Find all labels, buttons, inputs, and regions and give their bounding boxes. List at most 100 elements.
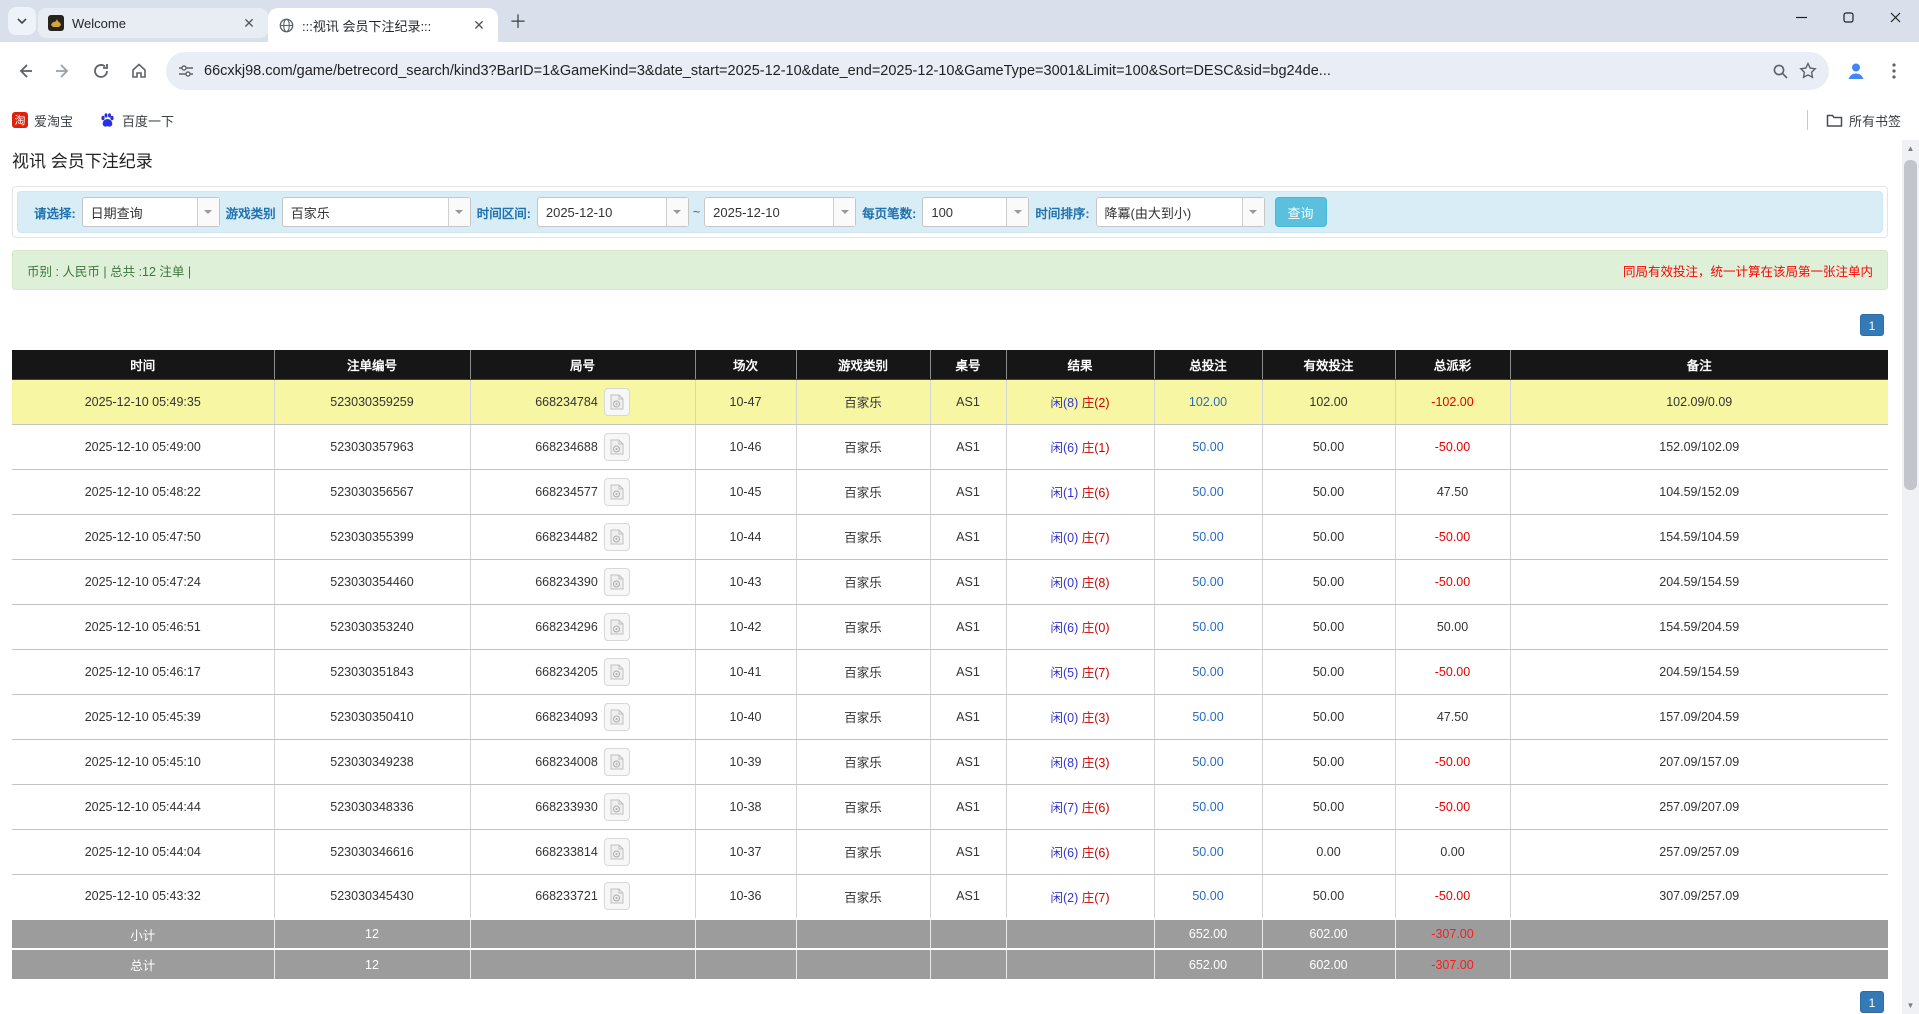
date-end-select[interactable]: 2025-12-10 — [704, 197, 856, 227]
result-player: 闲(0) — [1050, 576, 1078, 590]
tab-search-button[interactable] — [8, 7, 36, 35]
cell-time: 2025-12-10 05:49:00 — [12, 424, 274, 469]
video-replay-button[interactable] — [604, 838, 630, 866]
video-replay-button[interactable] — [604, 703, 630, 731]
bookmark-label: 爱淘宝 — [34, 111, 73, 130]
table-row: 2025-12-10 05:49:35523030359259668234784… — [12, 379, 1888, 424]
video-replay-icon — [610, 619, 624, 635]
total-bet-link[interactable]: 50.00 — [1192, 800, 1223, 814]
payout-value: -50.00 — [1435, 530, 1470, 544]
cell-remark: 157.09/204.59 — [1510, 694, 1888, 739]
total-bet-link[interactable]: 50.00 — [1192, 485, 1223, 499]
address-bar[interactable]: 66cxkj98.com/game/betrecord_search/kind3… — [166, 52, 1829, 90]
cell-round: 668234205 — [470, 649, 695, 694]
cell-session: 10-39 — [695, 739, 796, 784]
cell-round: 668233814 — [470, 829, 695, 874]
cell-game-type: 百家乐 — [796, 514, 930, 559]
total-bet-link[interactable]: 50.00 — [1192, 845, 1223, 859]
chevron-down-icon — [1242, 198, 1264, 226]
result-banker: 庄(7) — [1082, 666, 1110, 680]
profile-avatar[interactable] — [1839, 54, 1873, 88]
video-replay-button[interactable] — [604, 793, 630, 821]
scrollbar-thumb[interactable] — [1904, 160, 1917, 490]
cell-result: 闲(6) 庄(6) — [1006, 829, 1154, 874]
video-replay-button[interactable] — [604, 388, 630, 416]
menu-dots-icon[interactable] — [1877, 54, 1911, 88]
round-number: 668234688 — [535, 440, 598, 454]
site-info-icon[interactable] — [178, 63, 194, 79]
cell-valid-bet: 50.00 — [1262, 559, 1395, 604]
video-replay-button[interactable] — [604, 433, 630, 461]
cell-total-bet: 50.00 — [1154, 739, 1262, 784]
home-icon[interactable] — [122, 54, 156, 88]
pagination-page-1[interactable]: 1 — [1860, 991, 1884, 1013]
bookmark-star-icon[interactable] — [1799, 62, 1817, 80]
close-tab-icon[interactable]: ✕ — [240, 14, 258, 32]
maximize-button[interactable] — [1825, 0, 1872, 34]
payout-value: -50.00 — [1435, 575, 1470, 589]
video-replay-button[interactable] — [604, 568, 630, 596]
new-tab-button[interactable]: ＋ — [504, 7, 532, 35]
reload-icon[interactable] — [84, 54, 118, 88]
cell-bet-id: 523030354460 — [274, 559, 470, 604]
total-bet-link[interactable]: 102.00 — [1189, 395, 1227, 409]
cell-table-no: AS1 — [930, 739, 1006, 784]
video-replay-button[interactable] — [604, 478, 630, 506]
cell-time: 2025-12-10 05:44:04 — [12, 829, 274, 874]
total-bet-link[interactable]: 50.00 — [1192, 665, 1223, 679]
video-replay-button[interactable] — [604, 523, 630, 551]
zoom-icon[interactable] — [1772, 63, 1789, 80]
total-bet-link[interactable]: 50.00 — [1192, 755, 1223, 769]
cell-remark: 104.59/152.09 — [1510, 469, 1888, 514]
cell-game-type: 百家乐 — [796, 469, 930, 514]
pagination-page-1[interactable]: 1 — [1860, 314, 1884, 336]
query-button[interactable]: 查询 — [1275, 197, 1327, 227]
cell-game-type: 百家乐 — [796, 829, 930, 874]
video-replay-button[interactable] — [604, 748, 630, 776]
bookmarks-bar: 淘 爱淘宝 百度一下 所有书签 — [0, 100, 1919, 140]
cell-bet-id: 523030356567 — [274, 469, 470, 514]
total-bet-link[interactable]: 50.00 — [1192, 889, 1223, 903]
tab-welcome[interactable]: Welcome ✕ — [38, 8, 268, 38]
total-bet-link[interactable]: 50.00 — [1192, 440, 1223, 454]
back-icon[interactable] — [8, 54, 42, 88]
tab-bet-records[interactable]: :::视讯 会员下注纪录::: ✕ — [268, 8, 498, 42]
filter-label-game-type: 游戏类别 — [226, 203, 276, 222]
total-bet-link[interactable]: 50.00 — [1192, 710, 1223, 724]
all-bookmarks-button[interactable]: 所有书签 — [1826, 111, 1901, 130]
per-page-select[interactable]: 100 — [922, 197, 1029, 227]
bookmark-taobao[interactable]: 淘 爱淘宝 — [12, 111, 73, 130]
total-bet-link[interactable]: 50.00 — [1192, 530, 1223, 544]
video-replay-icon — [610, 574, 624, 590]
scroll-down-icon[interactable]: ▼ — [1902, 997, 1919, 1014]
pagination-bottom: 1 — [12, 991, 1888, 1013]
total-bet-link[interactable]: 50.00 — [1192, 620, 1223, 634]
video-replay-icon — [610, 799, 624, 815]
welcome-favicon-icon — [48, 15, 64, 31]
summary-label: 小计 — [12, 919, 274, 949]
close-window-button[interactable] — [1872, 0, 1919, 34]
url-text[interactable]: 66cxkj98.com/game/betrecord_search/kind3… — [204, 63, 1762, 79]
cell-game-type: 百家乐 — [796, 784, 930, 829]
cell-table-no: AS1 — [930, 649, 1006, 694]
query-type-select[interactable]: 日期查询 — [82, 197, 220, 227]
video-replay-button[interactable] — [604, 882, 630, 910]
forward-icon[interactable] — [46, 54, 80, 88]
video-replay-button[interactable] — [604, 658, 630, 686]
cell-payout: -50.00 — [1395, 424, 1510, 469]
cell-total-bet: 50.00 — [1154, 604, 1262, 649]
video-replay-button[interactable] — [604, 613, 630, 641]
date-start-select[interactable]: 2025-12-10 — [537, 197, 689, 227]
table-row: 2025-12-10 05:48:22523030356567668234577… — [12, 469, 1888, 514]
sort-select[interactable]: 降冪(由大到小) — [1096, 197, 1265, 227]
globe-icon — [278, 17, 294, 33]
cell-total-bet: 50.00 — [1154, 424, 1262, 469]
game-type-select[interactable]: 百家乐 — [282, 197, 471, 227]
close-tab-icon[interactable]: ✕ — [470, 16, 488, 34]
page-scrollbar[interactable]: ▲ ▼ — [1902, 140, 1919, 1014]
bookmark-baidu[interactable]: 百度一下 — [99, 111, 174, 130]
cell-valid-bet: 50.00 — [1262, 874, 1395, 919]
minimize-button[interactable] — [1778, 0, 1825, 34]
scroll-up-icon[interactable]: ▲ — [1902, 140, 1919, 157]
total-bet-link[interactable]: 50.00 — [1192, 575, 1223, 589]
